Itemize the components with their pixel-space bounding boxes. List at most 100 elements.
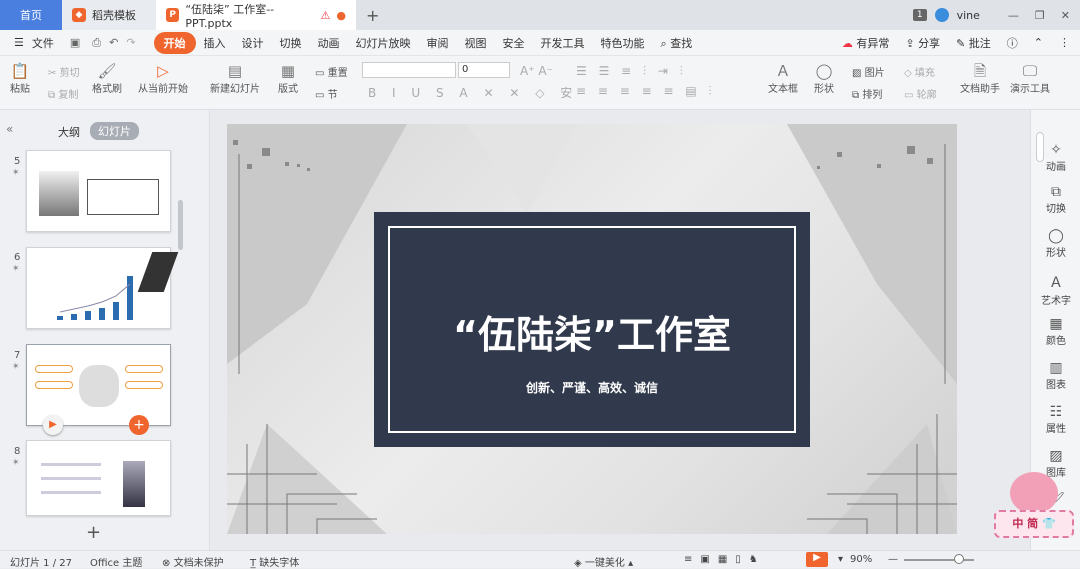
- menu-animation[interactable]: 动画: [310, 35, 348, 51]
- slide-thumbnail-5[interactable]: [26, 150, 171, 232]
- tab-home[interactable]: 首页: [0, 0, 62, 30]
- menu-design[interactable]: 设计: [234, 35, 272, 51]
- help-icon[interactable]: ⓘ: [999, 35, 1026, 51]
- restore-icon[interactable]: ❐: [1035, 9, 1045, 22]
- textbox-icon: Ａ: [775, 62, 791, 80]
- menu-search[interactable]: ⌕ 查找: [653, 35, 701, 51]
- zoom-slider-thumb[interactable]: [954, 554, 964, 564]
- sliders-icon: ☷: [1049, 404, 1063, 420]
- menu-developer[interactable]: 开发工具: [533, 35, 593, 51]
- slide-thumbnail-6[interactable]: [26, 247, 179, 329]
- zoom-level[interactable]: 90%: [850, 554, 872, 565]
- new-tab-button[interactable]: +: [356, 0, 389, 30]
- pane-animation[interactable]: ✧ 动画: [1031, 142, 1080, 173]
- paragraph-align-icons[interactable]: ≡ ≡ ≡ ≡ ≡ ▤ ⫶: [576, 84, 716, 99]
- pane-color[interactable]: ▦ 颜色: [1031, 316, 1080, 347]
- save-icon[interactable]: ▣: [62, 36, 88, 49]
- status-bar: 幻灯片 1 / 27 Office 主题 ⊗ 文档未保护 T̲ 缺失字体 ◈ 一…: [0, 550, 1080, 569]
- tab-slides[interactable]: 幻灯片: [90, 122, 139, 140]
- pane-chart[interactable]: ▥ 图表: [1031, 360, 1080, 391]
- missing-font[interactable]: T̲ 缺失字体: [250, 554, 299, 569]
- view-mode-icons[interactable]: ≡▣▦▯♞: [684, 554, 766, 565]
- text-style-buttons[interactable]: B I U S A ✕ ✕ ◇ 安: [368, 84, 578, 101]
- menu-features[interactable]: 特色功能: [593, 35, 653, 51]
- add-slide-icon[interactable]: +: [129, 415, 149, 435]
- share-button[interactable]: ⇪ 分享: [897, 35, 948, 51]
- hamburger-icon[interactable]: ☰: [0, 36, 32, 49]
- play-slideshow-icon[interactable]: ▶: [806, 552, 828, 567]
- undo-icon[interactable]: ↶: [105, 36, 122, 49]
- menu-transitions[interactable]: 切换: [272, 35, 310, 51]
- section-button[interactable]: ▭ 节: [315, 86, 338, 101]
- menu-insert[interactable]: 插入: [196, 35, 234, 51]
- comment-button[interactable]: ✎ 批注: [948, 35, 999, 51]
- window-count-icon[interactable]: 1: [912, 9, 927, 21]
- pane-transitions[interactable]: ⧉ 切换: [1031, 184, 1080, 215]
- paragraph-list-icons[interactable]: ☰ ☰ ≡ ⫶ ⇥ ⫶: [576, 64, 687, 79]
- zoom-dropdown[interactable]: ▾: [838, 554, 843, 565]
- paste-button[interactable]: 📋 粘贴: [10, 62, 30, 95]
- reset-button[interactable]: ▭ 重置: [315, 64, 348, 79]
- textbox-button[interactable]: Ａ 文本框: [768, 62, 798, 95]
- tab-daoke[interactable]: ◆ 稻壳模板: [62, 0, 156, 30]
- fill-button[interactable]: ◇ 填充: [904, 64, 935, 79]
- more-icon[interactable]: ⋮: [1051, 36, 1080, 49]
- arrange-icon: ⧉: [852, 90, 860, 101]
- font-name-input[interactable]: [362, 62, 456, 78]
- avatar[interactable]: [934, 8, 949, 22]
- presenter-tools-button[interactable]: 🖵 演示工具: [1010, 62, 1050, 95]
- layout-button[interactable]: ▦ 版式: [278, 62, 298, 95]
- new-slide-button[interactable]: ▤ 新建幻灯片: [210, 62, 260, 95]
- protect-status[interactable]: ⊗ 文档未保护: [162, 554, 224, 569]
- arrange-button[interactable]: ⧉ 排列: [852, 86, 882, 101]
- menu-review[interactable]: 审阅: [419, 35, 457, 51]
- redo-icon[interactable]: ↷: [122, 36, 139, 49]
- menu-file[interactable]: 文件: [32, 35, 62, 51]
- format-label: 格式刷: [92, 84, 122, 95]
- wordart-icon: Ａ: [1049, 275, 1063, 291]
- collapse-pane-icon[interactable]: «: [6, 122, 13, 136]
- sync-status[interactable]: ☁ 有异常: [834, 35, 898, 51]
- picture-button[interactable]: ▨ 图片: [852, 64, 885, 79]
- pane-wordart-label: 艺术字: [1041, 296, 1071, 307]
- font-size-input[interactable]: 0: [458, 62, 510, 78]
- copy-button[interactable]: ⧉ 复制: [48, 86, 78, 101]
- add-slide-button[interactable]: +: [86, 522, 101, 543]
- from-current-button[interactable]: ▷ 从当前开始: [138, 62, 188, 95]
- user-name[interactable]: vine: [957, 9, 980, 22]
- zoom-out-icon[interactable]: —: [888, 554, 898, 565]
- menu-slideshow[interactable]: 幻灯片放映: [348, 35, 419, 51]
- copy-label: 复制: [58, 90, 79, 101]
- format-painter-button[interactable]: 🖌 格式刷: [92, 62, 122, 95]
- cut-button[interactable]: ✂ 剪切: [48, 64, 80, 79]
- thumbnail-scrollbar[interactable]: [178, 200, 183, 250]
- close-icon[interactable]: ✕: [1061, 9, 1070, 22]
- menu-security[interactable]: 安全: [495, 35, 533, 51]
- font-grow-icon[interactable]: A⁺ A⁻: [520, 64, 553, 78]
- animation-star-icon: ✶: [12, 458, 20, 468]
- pane-wordart[interactable]: Ａ 艺术字: [1031, 272, 1080, 307]
- minimize-icon[interactable]: —: [1008, 9, 1019, 22]
- current-slide[interactable]: “伍陆柒”工作室 创新、严谨、高效、诚信: [227, 124, 957, 534]
- collapse-ribbon-icon[interactable]: ⌃: [1026, 36, 1051, 49]
- play-slide-icon[interactable]: ▶: [43, 415, 63, 435]
- shape-button[interactable]: ◯ 形状: [814, 62, 834, 95]
- new-slide-label: 新建幻灯片: [210, 84, 260, 95]
- tab-outline[interactable]: 大纲: [58, 124, 80, 140]
- doc-helper-button[interactable]: 🗎 文档助手: [960, 62, 1000, 95]
- tab-bar: 首页 ◆ 稻壳模板 P “伍陆柒” 工作室--PPT.pptx ⚠ ● + 1 vine…: [0, 0, 1080, 30]
- pane-shape[interactable]: ◯ 形状: [1031, 228, 1080, 259]
- tab-document[interactable]: P “伍陆柒” 工作室--PPT.pptx ⚠ ●: [156, 0, 356, 30]
- menu-home[interactable]: 开始: [153, 31, 196, 54]
- slide-thumbnail-8[interactable]: [26, 440, 171, 516]
- search-icon: ⌕: [660, 36, 667, 50]
- slide-thumbnail-7[interactable]: ▶ +: [26, 344, 171, 435]
- outline-button[interactable]: ▭ 轮廓: [904, 86, 937, 101]
- thumb-line: [41, 491, 101, 494]
- menu-view[interactable]: 视图: [457, 35, 495, 51]
- print-icon[interactable]: ⎙: [88, 36, 105, 50]
- beautify-button[interactable]: ◈ 一键美化 ▴: [574, 554, 633, 569]
- slide-subtitle[interactable]: 创新、严谨、高效、诚信: [374, 379, 810, 396]
- pane-properties[interactable]: ☷ 属性: [1031, 404, 1080, 435]
- slide-title[interactable]: “伍陆柒”工作室: [374, 304, 810, 359]
